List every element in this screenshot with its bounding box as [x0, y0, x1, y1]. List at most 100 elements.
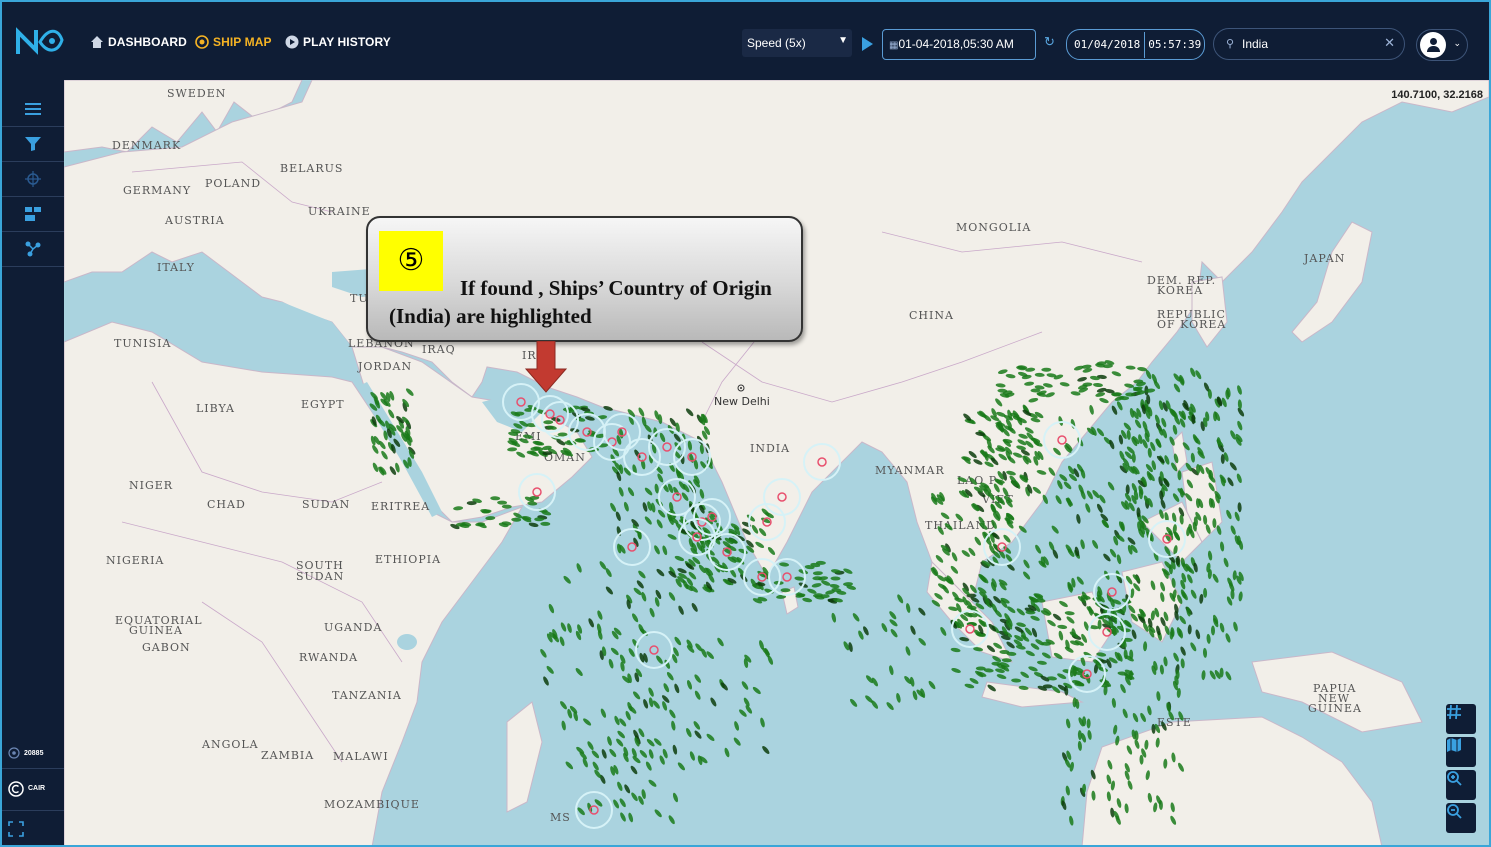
ship-marker[interactable] — [1163, 656, 1168, 667]
ship-marker[interactable] — [619, 812, 627, 823]
ship-marker[interactable] — [575, 563, 582, 574]
ship-marker[interactable] — [1223, 557, 1230, 568]
ship-marker[interactable] — [608, 658, 615, 669]
ship-marker[interactable] — [779, 562, 790, 567]
ship-marker[interactable] — [1109, 548, 1118, 559]
ship-marker[interactable] — [1063, 480, 1073, 490]
ship-marker[interactable] — [1096, 503, 1104, 514]
ship-marker[interactable] — [629, 765, 638, 775]
ship-marker[interactable] — [627, 812, 634, 823]
india-ship-marker[interactable] — [662, 442, 672, 452]
ship-marker[interactable] — [648, 607, 655, 618]
india-ship-marker[interactable] — [1107, 587, 1117, 597]
ship-marker[interactable] — [610, 647, 620, 657]
ship-marker[interactable] — [1119, 683, 1127, 694]
ship-marker[interactable] — [672, 792, 679, 803]
india-ship-marker[interactable] — [782, 572, 792, 582]
ship-marker[interactable] — [606, 736, 613, 747]
ship-marker[interactable] — [1126, 429, 1131, 440]
ship-marker[interactable] — [1206, 633, 1211, 644]
ship-marker[interactable] — [1147, 447, 1152, 458]
user-menu[interactable]: ⌄ — [1416, 29, 1468, 61]
ship-marker[interactable] — [1129, 407, 1135, 419]
ship-marker[interactable] — [905, 603, 911, 614]
ship-marker[interactable] — [681, 491, 690, 501]
ship-marker[interactable] — [843, 567, 854, 575]
ship-marker[interactable] — [709, 697, 717, 708]
india-ship-marker[interactable] — [627, 542, 637, 552]
ship-marker[interactable] — [1172, 652, 1180, 663]
ship-marker[interactable] — [1202, 647, 1208, 658]
ship-marker[interactable] — [917, 607, 927, 617]
ship-marker[interactable] — [1098, 494, 1107, 505]
ship-marker[interactable] — [857, 630, 865, 641]
ship-marker[interactable] — [596, 610, 603, 621]
ship-marker[interactable] — [1193, 435, 1202, 445]
zoom-out-button[interactable] — [1446, 803, 1476, 833]
ship-marker[interactable] — [615, 738, 625, 748]
ship-marker[interactable] — [802, 597, 813, 603]
ship-marker[interactable] — [639, 749, 649, 759]
ship-marker[interactable] — [630, 792, 639, 803]
ship-marker[interactable] — [677, 567, 688, 574]
ship-marker[interactable] — [1180, 658, 1185, 669]
ship-marker[interactable] — [1087, 729, 1092, 740]
ship-marker[interactable] — [1068, 815, 1074, 826]
ship-marker[interactable] — [1207, 550, 1213, 561]
ship-marker[interactable] — [1224, 633, 1231, 644]
ship-marker[interactable] — [733, 721, 740, 732]
ship-marker[interactable] — [690, 602, 699, 613]
ship-marker[interactable] — [647, 687, 655, 698]
ship-marker[interactable] — [561, 720, 567, 731]
ship-marker[interactable] — [608, 748, 617, 758]
ship-marker[interactable] — [667, 814, 676, 825]
grid-toggle-button[interactable] — [1446, 704, 1476, 734]
ship-marker[interactable] — [668, 709, 677, 720]
ship-marker[interactable] — [559, 636, 566, 647]
ship-marker[interactable] — [1139, 712, 1147, 723]
ship-marker[interactable] — [1211, 573, 1219, 584]
ship-marker[interactable] — [1086, 718, 1091, 729]
sidebar-filter[interactable] — [2, 127, 64, 162]
ship-marker[interactable] — [1172, 492, 1181, 503]
ship-marker[interactable] — [889, 628, 898, 638]
ship-marker[interactable] — [605, 585, 615, 595]
ship-marker[interactable] — [1172, 424, 1178, 435]
ship-marker[interactable] — [653, 544, 661, 555]
ship-marker[interactable] — [647, 779, 657, 789]
nav-play-history[interactable]: PLAY HISTORY — [285, 35, 391, 49]
ship-marker[interactable] — [640, 591, 647, 602]
ship-marker[interactable] — [829, 583, 840, 589]
ship-marker[interactable] — [672, 744, 678, 755]
ship-marker[interactable] — [600, 708, 608, 719]
ship-marker[interactable] — [1236, 420, 1243, 431]
ship-marker[interactable] — [1232, 621, 1238, 632]
ship-marker[interactable] — [615, 511, 622, 522]
ship-marker[interactable] — [686, 679, 693, 690]
speed-select[interactable]: Speed (5x) ▼ — [742, 29, 852, 57]
ship-marker[interactable] — [759, 717, 765, 728]
ship-marker[interactable] — [1179, 646, 1187, 657]
nav-dashboard[interactable]: DASHBOARD — [90, 35, 187, 49]
ship-marker[interactable] — [992, 595, 1002, 605]
ship-marker[interactable] — [655, 654, 664, 664]
sidebar-locate[interactable] — [2, 162, 64, 197]
ship-marker[interactable] — [633, 587, 643, 597]
ship-marker[interactable] — [1132, 712, 1140, 723]
sidebar-layers[interactable] — [2, 197, 64, 232]
ship-marker[interactable] — [909, 625, 917, 636]
ship-marker[interactable] — [643, 423, 653, 433]
ship-marker[interactable] — [1236, 385, 1243, 396]
ship-marker[interactable] — [616, 730, 626, 740]
ship-marker[interactable] — [705, 733, 715, 743]
ship-marker[interactable] — [656, 519, 664, 530]
ship-marker[interactable] — [601, 749, 608, 760]
ship-marker[interactable] — [645, 761, 653, 772]
ship-marker[interactable] — [632, 690, 642, 700]
ship-marker[interactable] — [1102, 552, 1112, 562]
ship-marker[interactable] — [905, 646, 912, 657]
ship-marker[interactable] — [574, 667, 584, 677]
ship-marker[interactable] — [631, 612, 640, 623]
ship-marker[interactable] — [609, 502, 617, 513]
ship-marker[interactable] — [1056, 672, 1067, 680]
